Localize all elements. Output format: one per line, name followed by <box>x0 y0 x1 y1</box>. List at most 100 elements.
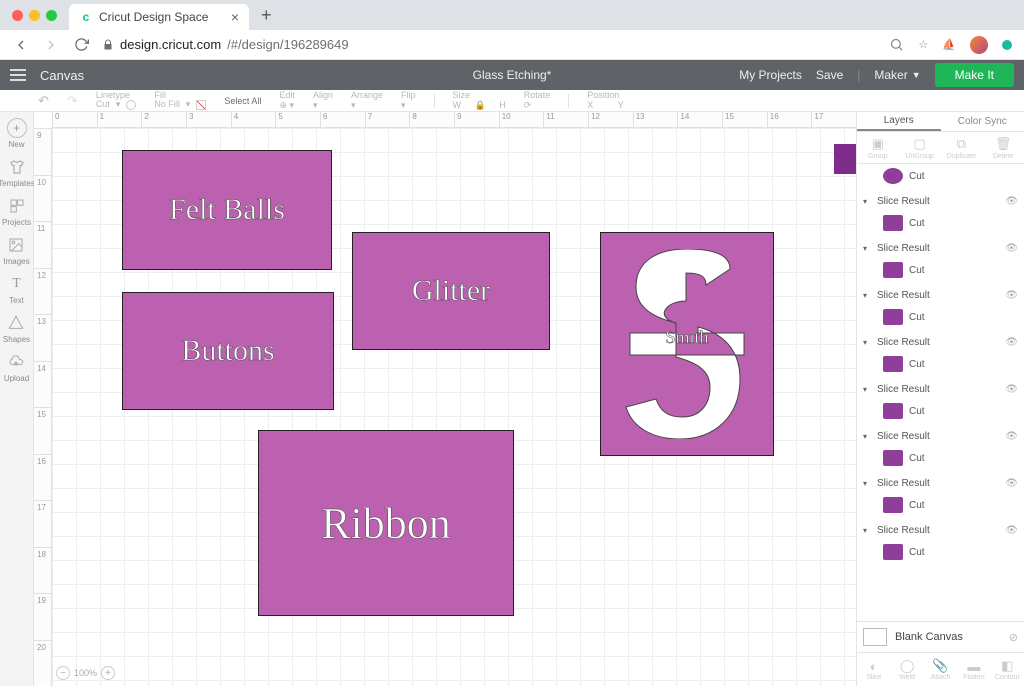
new-button[interactable]: +New <box>7 118 27 149</box>
linetype-swatch[interactable] <box>126 100 136 110</box>
tab-close-icon[interactable]: × <box>231 9 239 25</box>
extension-dot-icon[interactable] <box>1002 40 1012 50</box>
projects-button[interactable]: Projects <box>2 196 31 227</box>
tool-label: Delete <box>993 153 1013 160</box>
zoom-in-button[interactable]: + <box>101 666 115 680</box>
ungroup-button[interactable]: ▢UnGroup <box>899 132 941 163</box>
forward-button[interactable] <box>42 36 60 54</box>
layer-group-header[interactable]: ▾Slice Result👁 <box>857 517 1024 540</box>
duplicate-button[interactable]: ⧉Duplicate <box>941 132 983 163</box>
layer-thumb <box>883 262 903 278</box>
visibility-off-icon[interactable]: ⊘ <box>1009 631 1018 644</box>
maximize-window-button[interactable] <box>46 10 57 21</box>
visibility-icon[interactable]: 👁 <box>1005 478 1018 489</box>
templates-button[interactable]: Templates <box>0 157 35 188</box>
layer-group-header[interactable]: ▾Slice Result👁 <box>857 188 1024 211</box>
fill-group: Fill No Fill▾ <box>154 91 206 111</box>
fill-swatch[interactable] <box>196 100 206 110</box>
layer-op: Cut <box>909 453 925 464</box>
visibility-icon[interactable]: 👁 <box>1005 431 1018 442</box>
layer-group-header[interactable]: ▾Slice Result👁 <box>857 282 1024 305</box>
delete-button[interactable]: 🗑Delete <box>982 132 1024 163</box>
group-button[interactable]: ▣Group <box>857 132 899 163</box>
layer-item[interactable]: Cut <box>857 305 1024 329</box>
visibility-icon[interactable]: 👁 <box>1005 337 1018 348</box>
layer-group-header[interactable]: ▾Slice Result👁 <box>857 329 1024 352</box>
visibility-icon[interactable]: 👁 <box>1005 196 1018 207</box>
minimize-window-button[interactable] <box>29 10 40 21</box>
address-bar[interactable]: design.cricut.com/#/design/196289649 <box>102 37 349 52</box>
layer-item[interactable]: Cut <box>857 352 1024 376</box>
layer-group-label: Slice Result <box>877 243 930 254</box>
layer-group-header[interactable]: ▾Slice Result👁 <box>857 423 1024 446</box>
left-rail: +New Templates Projects Images TText Sha… <box>0 112 34 686</box>
blank-canvas-row[interactable]: Blank Canvas ⊘ <box>857 621 1024 652</box>
canvas[interactable]: 01234567891011121314151617 9101112131415… <box>34 112 856 686</box>
star-icon[interactable]: ☆ <box>918 38 928 51</box>
upload-button[interactable]: Upload <box>4 352 29 383</box>
contour-button[interactable]: ◧Contour <box>991 653 1024 686</box>
menu-button[interactable] <box>10 69 26 81</box>
fill-value[interactable]: No Fill <box>154 100 180 110</box>
slice-button[interactable]: ◐Slice <box>857 653 890 686</box>
layers-tab[interactable]: Layers <box>857 112 941 131</box>
layer-item[interactable]: Cut <box>857 211 1024 235</box>
flatten-button[interactable]: ▬Flatten <box>957 653 990 686</box>
layer-item[interactable]: Cut <box>857 446 1024 470</box>
layer-group-header[interactable]: ▾Slice Result👁 <box>857 376 1024 399</box>
shape-ribbon[interactable]: Ribbon <box>258 430 514 616</box>
linetype-value[interactable]: Cut <box>96 100 110 110</box>
weld-button[interactable]: ◯Weld <box>890 653 923 686</box>
shape-glitter[interactable]: Glitter <box>352 232 550 350</box>
browser-tab[interactable]: c Cricut Design Space × <box>69 4 249 30</box>
layer-item[interactable]: Cut <box>857 493 1024 517</box>
shape-text: Buttons <box>181 334 274 368</box>
zoom-out-button[interactable]: − <box>56 666 70 680</box>
new-tab-button[interactable]: + <box>255 5 278 26</box>
layer-item[interactable]: Cut <box>857 540 1024 564</box>
images-button[interactable]: Images <box>3 235 29 266</box>
layer-item[interactable]: Cut <box>857 164 1024 188</box>
browser-right-icons: ☆ ⛵ <box>889 36 1012 54</box>
shape-felt-balls[interactable]: Felt Balls <box>122 150 332 270</box>
divider <box>568 94 569 108</box>
expand-icon: ▾ <box>863 526 871 535</box>
visibility-icon[interactable]: 👁 <box>1005 525 1018 536</box>
shapes-button[interactable]: Shapes <box>3 313 30 344</box>
my-projects-link[interactable]: My Projects <box>739 68 802 82</box>
attach-button[interactable]: 📎Attach <box>924 653 957 686</box>
layer-op: Cut <box>909 500 925 511</box>
upload-icon <box>6 352 26 372</box>
profile-avatar[interactable] <box>970 36 988 54</box>
layer-item[interactable]: Cut <box>857 258 1024 282</box>
save-button[interactable]: Save <box>816 68 843 82</box>
canvas-grid[interactable]: Felt Balls Glitter Buttons Ribbon Smith <box>52 128 856 686</box>
color-sync-tab[interactable]: Color Sync <box>941 112 1024 131</box>
back-button[interactable] <box>12 36 30 54</box>
reload-button[interactable] <box>72 36 90 54</box>
offscreen-shape[interactable] <box>834 144 856 174</box>
layer-group-header[interactable]: ▾Slice Result👁 <box>857 235 1024 258</box>
chevron-down-icon: ▾ <box>186 100 191 110</box>
visibility-icon[interactable]: 👁 <box>1005 243 1018 254</box>
shape-buttons[interactable]: Buttons <box>122 292 334 410</box>
layer-group-header[interactable]: ▾Slice Result👁 <box>857 470 1024 493</box>
layer-item[interactable]: Cut <box>857 399 1024 423</box>
text-button[interactable]: TText <box>7 274 27 305</box>
search-icon[interactable] <box>889 37 904 52</box>
visibility-icon[interactable]: 👁 <box>1005 384 1018 395</box>
right-panel: Layers Color Sync ▣Group ▢UnGroup ⧉Dupli… <box>856 112 1024 686</box>
machine-selector[interactable]: Maker ▼ <box>874 68 920 82</box>
undo-button[interactable]: ↶ <box>38 93 49 109</box>
size-w-label: W <box>453 101 462 111</box>
close-window-button[interactable] <box>12 10 23 21</box>
shape-monogram[interactable]: Smith <box>600 232 774 456</box>
rail-label: Templates <box>0 179 35 188</box>
redo-button[interactable]: ↷ <box>67 93 78 109</box>
vertical-ruler: 91011121314151617181920 <box>34 128 52 686</box>
make-it-button[interactable]: Make It <box>935 63 1014 87</box>
select-all-button[interactable]: Select All <box>224 96 261 106</box>
extension-icon[interactable]: ⛵ <box>942 38 956 51</box>
visibility-icon[interactable]: 👁 <box>1005 290 1018 301</box>
tool-label: UnGroup <box>905 153 933 160</box>
